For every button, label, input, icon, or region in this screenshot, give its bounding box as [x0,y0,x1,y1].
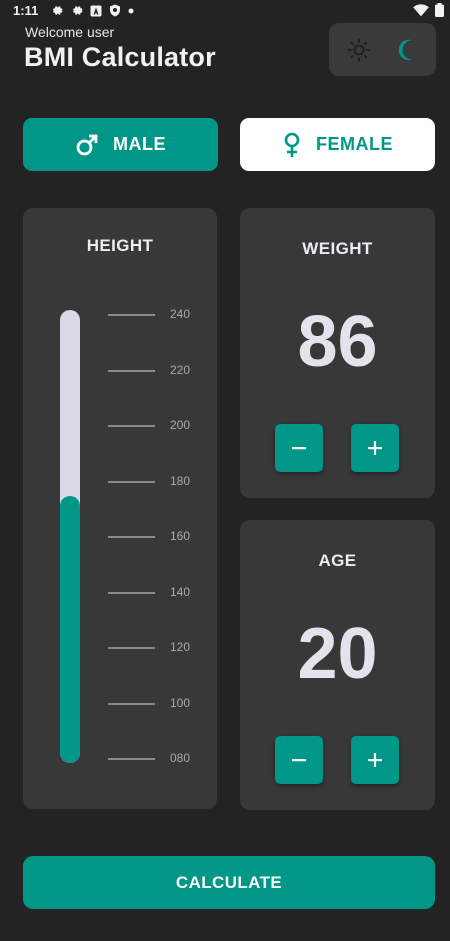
minus-icon [292,759,306,762]
female-label: FEMALE [316,134,393,154]
male-button[interactable]: MALE [23,118,218,171]
weight-card: WEIGHT 86 [240,208,435,498]
age-card: AGE 20 [240,520,435,810]
height-tick-label: 220 [170,362,191,377]
weight-increase-button[interactable] [351,424,399,472]
moon-icon[interactable] [395,37,421,63]
height-tick-label: 240 [170,307,191,321]
status-time: 1:11 [13,3,39,18]
weight-title: WEIGHT [302,239,373,258]
gear-icon [73,6,83,15]
plus-icon [368,753,382,767]
height-card: HEIGHT [23,208,217,809]
gear-icon [53,6,63,15]
age-decrease-button[interactable] [275,736,323,784]
female-button[interactable]: FEMALE [240,118,435,171]
height-tick-line [108,369,155,372]
welcome-text: Welcome user [25,24,115,40]
male-label: MALE [113,134,166,154]
height-tick-line [108,480,155,483]
battery-icon [435,3,444,17]
dot-icon [128,8,134,13]
sun-icon[interactable] [347,38,371,62]
age-title: AGE [318,551,357,570]
height-tick-label: 120 [170,640,191,654]
height-tick-line [108,425,155,427]
shield-icon [110,4,120,17]
height-slider-fill[interactable] [60,496,80,763]
height-tick-line [108,647,155,649]
male-icon [76,134,98,155]
height-title: HEIGHT [86,236,154,255]
height-slider[interactable] [60,310,80,763]
height-tick-line [108,536,155,538]
page-title: BMI Calculator [24,42,216,72]
status-icons [50,4,134,17]
height-tick-line [108,702,155,705]
calculate-button[interactable]: CALCULATE [23,856,435,909]
plus-icon [368,441,382,455]
wifi-icon [413,3,429,16]
weight-value: 86 [297,302,378,382]
minus-icon [292,447,306,450]
status-right-icons [413,3,444,17]
height-tick-line [108,314,155,316]
age-value: 20 [297,614,378,694]
height-tick-label: 100 [170,695,191,710]
a-icon [90,5,102,16]
theme-toggle[interactable] [329,23,436,76]
height-tick-label: 140 [170,584,191,599]
weight-decrease-button[interactable] [275,424,323,472]
height-tick-label: 160 [170,529,191,543]
height-tick-label: 080 [170,751,191,765]
female-icon [284,132,300,157]
height-tick-line [108,591,155,594]
age-increase-button[interactable] [351,736,399,784]
height-tick-label: 200 [170,418,191,432]
height-tick-line [108,758,155,760]
height-tick-label: 180 [170,473,191,488]
